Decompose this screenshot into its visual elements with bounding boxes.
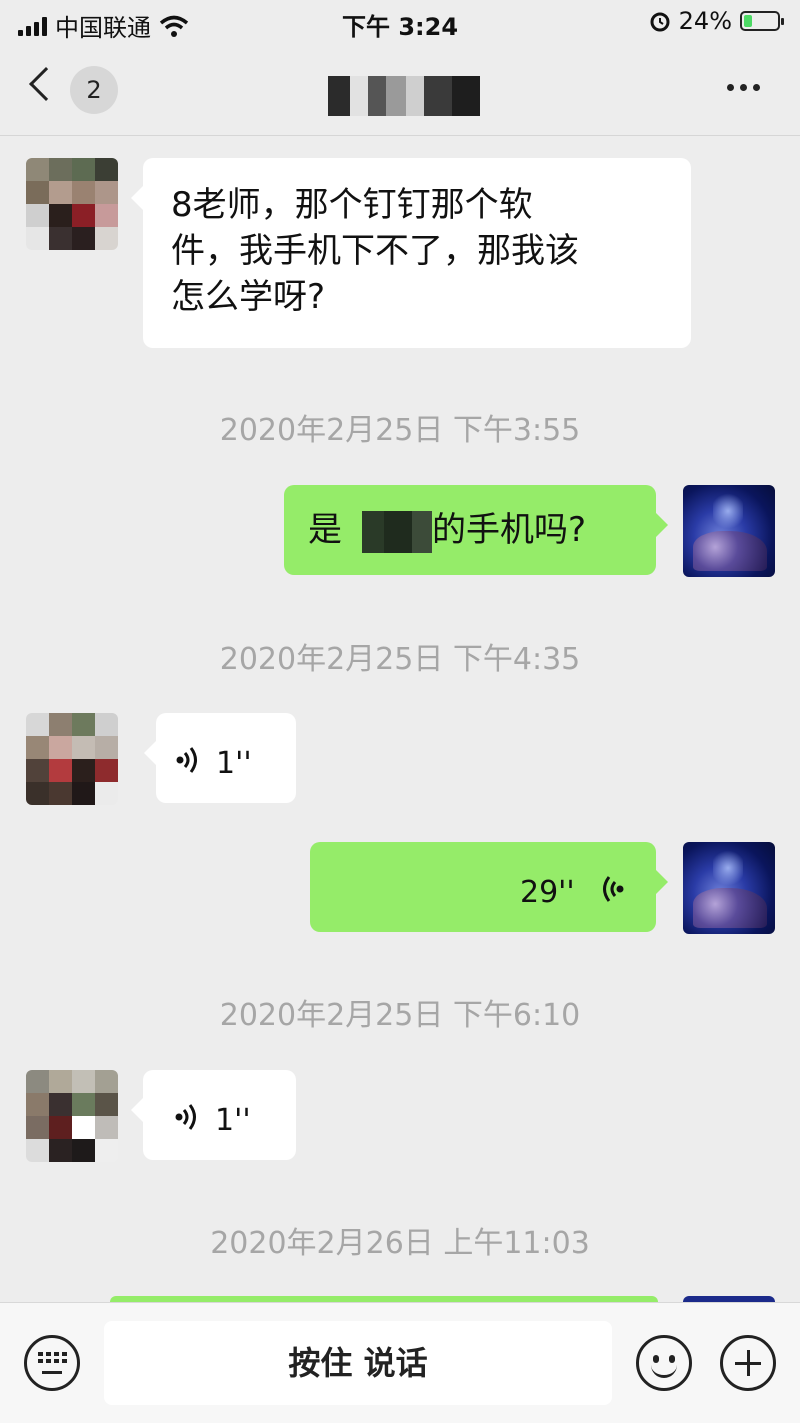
message-line: 件，我手机下不了，那我该 (171, 231, 579, 271)
battery-level (744, 15, 752, 27)
back-chevron-icon[interactable] (29, 67, 63, 101)
unread-count-badge[interactable]: 2 (70, 66, 118, 114)
avatar-aquarium-rocks (693, 531, 767, 571)
status-right: 24% (649, 7, 784, 35)
message-text-start: 是 (308, 510, 342, 550)
message-text: 8老师，那个钉钉那个软 件，我手机下不了，那我该 怎么学呀? (143, 158, 691, 344)
redacted-name (342, 510, 432, 553)
alarm-icon (650, 12, 670, 32)
voice-wave-icon (176, 747, 197, 773)
status-bar: 中国联通 下午 3:24 24% (0, 0, 800, 44)
voice-duration: 1'' (216, 746, 252, 781)
hold-to-talk-button[interactable]: 按住 说话 (104, 1321, 612, 1405)
incoming-voice-bubble[interactable]: 1'' (131, 1070, 296, 1160)
avatar-aquarium-rocks (693, 888, 767, 928)
outgoing-text-bubble[interactable]: 是 的手机吗? (284, 485, 668, 575)
avatar-glow (713, 491, 743, 531)
battery-icon (740, 11, 784, 31)
more-dots-icon[interactable] (727, 84, 760, 91)
message-line: 8老师，那个钉钉那个软 (171, 185, 533, 225)
input-bar: 按住 说话 (0, 1302, 800, 1423)
battery-percent: 24% (678, 7, 732, 35)
plus-icon[interactable] (720, 1335, 776, 1391)
incoming-text-bubble[interactable]: 8老师，那个钉钉那个软 件，我手机下不了，那我该 怎么学呀? (131, 158, 691, 348)
voice-wave-icon (175, 1104, 196, 1130)
outgoing-voice-bubble[interactable]: 29'' (310, 842, 668, 932)
avatar-glow (713, 848, 743, 888)
voice-wave-icon (603, 876, 624, 902)
timestamp: 2020年2月25日 下午6:10 (219, 998, 581, 1033)
keyboard-icon[interactable] (24, 1335, 80, 1391)
timestamp: 2020年2月25日 下午4:35 (219, 642, 581, 677)
timestamp: 2020年2月25日 下午3:55 (219, 413, 581, 448)
message-text-end: 的手机吗? (432, 510, 587, 550)
voice-duration: 29'' (520, 875, 575, 910)
message-text: 是 的手机吗? (284, 485, 656, 575)
message-line: 怎么学呀? (171, 277, 326, 317)
emoji-icon[interactable] (636, 1335, 692, 1391)
contact-avatar[interactable] (26, 1070, 118, 1162)
my-avatar[interactable] (683, 485, 775, 577)
timestamp: 2020年2月26日 上午11:03 (210, 1226, 590, 1261)
contact-name-redacted (328, 76, 480, 116)
contact-avatar[interactable] (26, 713, 118, 805)
chat-header: 2 (0, 44, 800, 136)
contact-avatar[interactable] (26, 158, 118, 250)
my-avatar[interactable] (683, 842, 775, 934)
voice-duration: 1'' (215, 1103, 251, 1138)
incoming-voice-bubble[interactable]: 1'' (144, 713, 296, 803)
